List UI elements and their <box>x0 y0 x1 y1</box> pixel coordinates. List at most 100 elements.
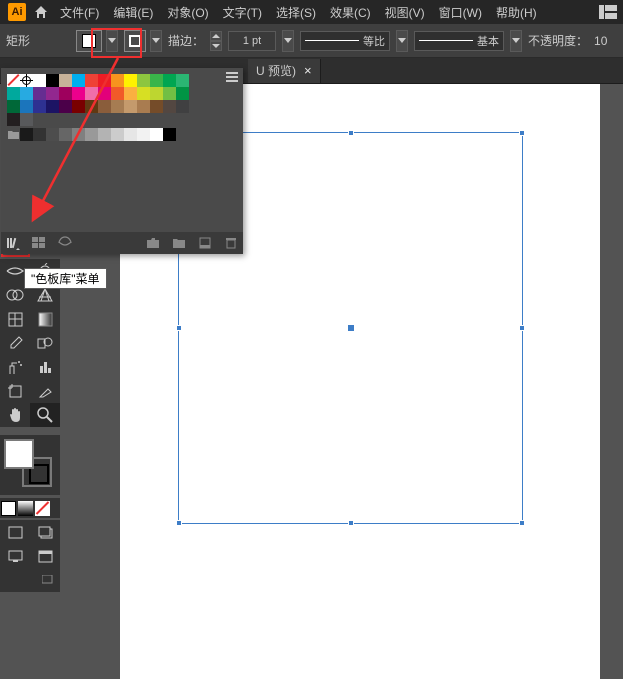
stroke-weight-field[interactable] <box>228 31 276 51</box>
delete-swatch-icon[interactable] <box>223 235 239 251</box>
fill-proxy[interactable] <box>4 439 34 469</box>
swatch-item[interactable] <box>176 87 189 100</box>
swatch-item[interactable] <box>46 87 59 100</box>
stroke-weight-up[interactable] <box>210 31 222 41</box>
blend-tool-icon[interactable] <box>30 331 60 355</box>
swatch-item[interactable] <box>85 100 98 113</box>
fill-dropdown[interactable] <box>106 30 118 52</box>
swatch-item[interactable] <box>46 74 59 87</box>
swatch-item[interactable] <box>85 87 98 100</box>
swatch-item[interactable] <box>137 74 150 87</box>
swatch-item[interactable] <box>20 87 33 100</box>
swatch-item[interactable] <box>111 100 124 113</box>
symbol-sprayer-tool-icon[interactable] <box>0 355 30 379</box>
swatch-item[interactable] <box>59 100 72 113</box>
screen-mode-icon[interactable] <box>0 544 30 568</box>
swatch-item[interactable] <box>85 128 98 141</box>
swatch-item[interactable] <box>59 87 72 100</box>
color-mode-color[interactable] <box>1 501 16 516</box>
swatch-item[interactable] <box>33 128 46 141</box>
swatch-item[interactable] <box>176 100 189 113</box>
swatch-item[interactable] <box>137 100 150 113</box>
menu-view[interactable]: 视图(V) <box>381 4 429 21</box>
swatch-item[interactable] <box>7 113 20 126</box>
edit-toolbar-icon[interactable] <box>0 568 60 592</box>
swatch-item[interactable] <box>124 87 137 100</box>
swatch-item[interactable] <box>33 87 46 100</box>
swatch-options-icon[interactable] <box>57 235 73 251</box>
swatch-item[interactable] <box>20 100 33 113</box>
slice-tool-icon[interactable] <box>30 379 60 403</box>
swatch-item[interactable] <box>124 100 137 113</box>
document-tab[interactable]: U 预览) × <box>248 59 321 83</box>
stroke-weight-dropdown[interactable] <box>282 30 294 52</box>
eyedropper-tool-icon[interactable] <box>0 331 30 355</box>
hand-tool-icon[interactable] <box>0 403 30 427</box>
swatch-item[interactable] <box>20 113 33 126</box>
swatch-item[interactable] <box>111 74 124 87</box>
menu-effect[interactable]: 效果(C) <box>326 4 375 21</box>
swatch-item[interactable] <box>98 100 111 113</box>
swatch-item[interactable] <box>176 74 189 87</box>
selection-handle[interactable] <box>176 520 182 526</box>
swatch-item[interactable] <box>150 128 163 141</box>
swatch-item[interactable] <box>137 87 150 100</box>
swatch-item[interactable] <box>150 74 163 87</box>
new-swatch-icon[interactable] <box>197 235 213 251</box>
show-swatch-kinds-icon[interactable] <box>31 235 47 251</box>
draw-behind-icon[interactable] <box>30 520 60 544</box>
stroke-weight-down[interactable] <box>210 41 222 51</box>
swatch-item[interactable] <box>150 87 163 100</box>
swatch-item[interactable] <box>20 128 33 141</box>
fill-stroke-proxy[interactable] <box>0 435 60 495</box>
selection-handle[interactable] <box>519 520 525 526</box>
menu-window[interactable]: 窗口(W) <box>435 4 486 21</box>
menu-type[interactable]: 文字(T) <box>219 4 266 21</box>
brush-definition[interactable]: 基本 <box>414 31 504 51</box>
swatch-registration[interactable] <box>20 74 33 87</box>
selection-handle[interactable] <box>348 130 354 136</box>
swatch-item[interactable] <box>98 87 111 100</box>
stroke-profile[interactable]: 等比 <box>300 31 390 51</box>
selection-handle[interactable] <box>519 325 525 331</box>
swatch-item[interactable] <box>85 74 98 87</box>
stroke-profile-dropdown[interactable] <box>396 30 408 52</box>
swatch-item[interactable] <box>163 100 176 113</box>
selection-handle[interactable] <box>348 520 354 526</box>
new-color-group-folder-icon[interactable] <box>171 235 187 251</box>
brush-dropdown[interactable] <box>510 30 522 52</box>
selection-handle[interactable] <box>519 130 525 136</box>
selection-handle[interactable] <box>176 325 182 331</box>
swatch-none[interactable] <box>7 74 20 87</box>
swatch-item[interactable] <box>7 100 20 113</box>
fill-swatch[interactable] <box>76 30 102 52</box>
swatch-item[interactable] <box>137 128 150 141</box>
swatch-item[interactable] <box>150 100 163 113</box>
swatch-item[interactable] <box>163 74 176 87</box>
mesh-tool-icon[interactable] <box>0 307 30 331</box>
draw-normal-icon[interactable] <box>0 520 30 544</box>
home-icon[interactable] <box>32 3 50 21</box>
swatch-item[interactable] <box>72 87 85 100</box>
swatch-item[interactable] <box>98 74 111 87</box>
swatch-item[interactable] <box>7 87 20 100</box>
color-mode-none[interactable] <box>35 501 50 516</box>
swatch-item[interactable] <box>98 128 111 141</box>
close-icon[interactable]: × <box>304 63 312 78</box>
column-graph-tool-icon[interactable] <box>30 355 60 379</box>
swatch-item[interactable] <box>124 128 137 141</box>
swatch-item[interactable] <box>33 100 46 113</box>
folder-icon[interactable] <box>7 128 20 141</box>
swatch-item[interactable] <box>163 128 176 141</box>
swatch-library-menu-icon[interactable] <box>5 235 21 251</box>
new-color-group-icon[interactable] <box>145 235 161 251</box>
menu-help[interactable]: 帮助(H) <box>492 4 541 21</box>
menu-edit[interactable]: 编辑(E) <box>109 4 157 21</box>
artboard-tool-icon[interactable] <box>0 379 30 403</box>
zoom-tool-icon[interactable] <box>30 403 60 427</box>
stroke-dropdown[interactable] <box>150 30 162 52</box>
swatch-item[interactable] <box>59 128 72 141</box>
panel-flyout-menu-icon[interactable] <box>225 70 239 84</box>
swatch-item[interactable] <box>72 128 85 141</box>
stroke-swatch[interactable] <box>124 30 146 52</box>
